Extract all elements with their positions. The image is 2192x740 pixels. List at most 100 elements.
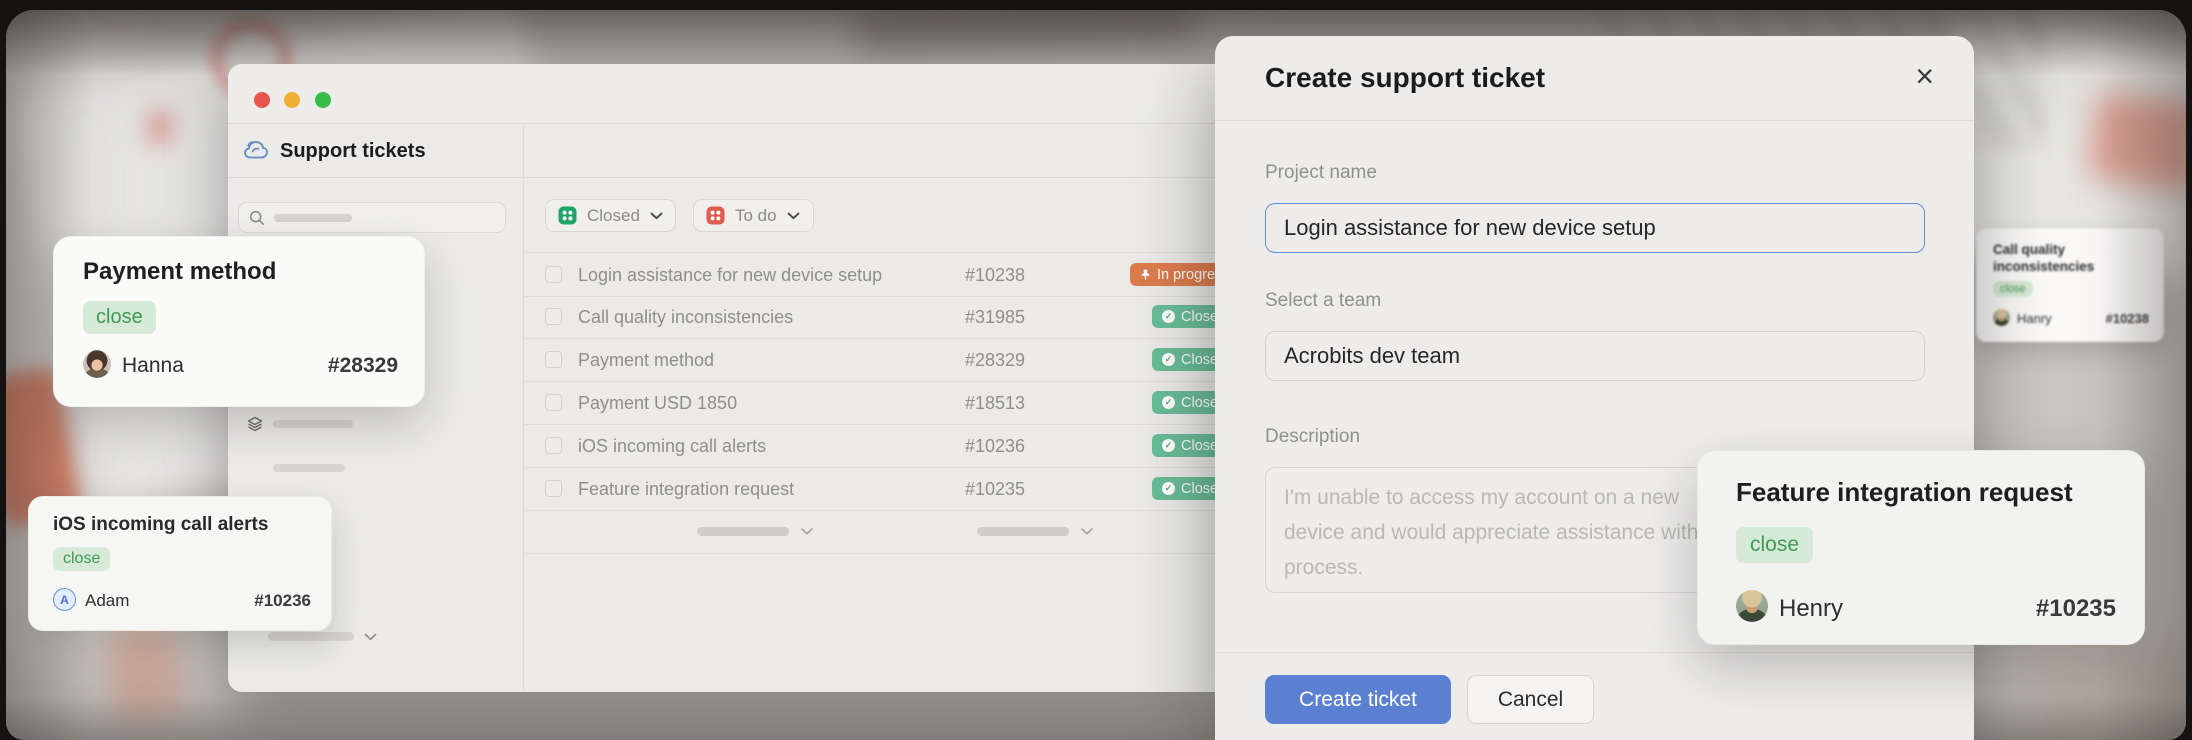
ticket-title: Call quality inconsistencies bbox=[578, 307, 793, 328]
description-label: Description bbox=[1265, 426, 1360, 448]
search-placeholder-skeleton bbox=[274, 214, 352, 222]
close-icon[interactable]: × bbox=[1915, 58, 1934, 94]
bg-gray-streak-top bbox=[855, 10, 1197, 56]
filter-closed-dropdown[interactable]: Closed bbox=[545, 199, 676, 232]
ticket-row[interactable]: Call quality inconsistencies #31985 ✓ Cl… bbox=[523, 295, 1230, 339]
check-circle-icon: ✓ bbox=[1162, 482, 1175, 495]
ticket-id: #28329 bbox=[965, 350, 1025, 371]
cancel-button[interactable]: Cancel bbox=[1467, 675, 1594, 724]
cloud-logo-icon bbox=[242, 137, 272, 163]
ticket-preview-card-ios: iOS incoming call alerts close A Adam #1… bbox=[28, 496, 332, 631]
ticket-id: #31985 bbox=[965, 307, 1025, 328]
grid-dots-icon bbox=[558, 206, 577, 225]
card-ticket-id: #28329 bbox=[328, 354, 398, 378]
avatar bbox=[1736, 590, 1768, 622]
app-header: Support tickets bbox=[228, 124, 1230, 178]
status-tag: close bbox=[1993, 281, 2033, 297]
skeleton-bar bbox=[268, 632, 354, 641]
ticket-preview-card-payment: Payment method close Hanna #28329 bbox=[53, 236, 425, 407]
row-checkbox[interactable] bbox=[545, 351, 562, 368]
ticket-id: #18513 bbox=[965, 393, 1025, 414]
status-tag: close bbox=[83, 301, 156, 334]
grid-dots-icon bbox=[706, 206, 725, 225]
create-ticket-label: Create ticket bbox=[1299, 688, 1417, 712]
status-tag: close bbox=[1736, 527, 1813, 563]
modal-title: Create support ticket bbox=[1265, 62, 1545, 94]
filter-label: To do bbox=[735, 206, 777, 226]
minimize-window-button[interactable] bbox=[284, 92, 300, 108]
search-input[interactable] bbox=[238, 202, 506, 233]
ticket-row[interactable]: Login assistance for new device setup #1… bbox=[523, 252, 1230, 297]
bg-red-blob bbox=[146, 110, 174, 146]
card-ticket-id: #10235 bbox=[2036, 595, 2116, 623]
card-title: Payment method bbox=[83, 258, 276, 286]
card-title-line: inconsistencies bbox=[1993, 258, 2094, 275]
check-circle-icon: ✓ bbox=[1162, 396, 1175, 409]
chevron-down-icon bbox=[801, 528, 813, 535]
ticket-id: #10238 bbox=[965, 265, 1025, 286]
layers-icon bbox=[247, 416, 263, 432]
cancel-label: Cancel bbox=[1498, 688, 1563, 712]
card-title: iOS incoming call alerts bbox=[53, 514, 268, 536]
ticket-title: Payment method bbox=[578, 350, 714, 371]
ticket-row[interactable]: iOS incoming call alerts #10236 ✓ Closed bbox=[523, 424, 1230, 468]
card-user-name: Henry bbox=[1779, 595, 1843, 623]
ticket-id: #10236 bbox=[965, 436, 1025, 457]
project-name-value: Login assistance for new device setup bbox=[1284, 215, 1656, 241]
row-checkbox[interactable] bbox=[545, 266, 562, 283]
bg-warm-bottom-right bbox=[2036, 645, 2186, 740]
pagination-row bbox=[523, 510, 1230, 554]
filter-label: Closed bbox=[587, 206, 640, 226]
ticket-title: iOS incoming call alerts bbox=[578, 436, 766, 457]
avatar-letter: A bbox=[60, 593, 69, 607]
sidebar-footer-select[interactable] bbox=[268, 632, 377, 641]
filter-todo-dropdown[interactable]: To do bbox=[693, 199, 814, 232]
page-nav-select[interactable] bbox=[977, 527, 1093, 536]
pin-icon bbox=[1140, 269, 1151, 281]
team-value: Acrobits dev team bbox=[1284, 343, 1460, 369]
sidebar-item-skeleton[interactable] bbox=[273, 464, 345, 472]
card-title: Call quality inconsistencies bbox=[1993, 241, 2094, 275]
background-ticket-card: Call quality inconsistencies close Hanry… bbox=[1976, 228, 2164, 342]
page-size-select[interactable] bbox=[697, 527, 813, 536]
card-title: Feature integration request bbox=[1736, 477, 2073, 508]
bg-red-blob-right bbox=[2085, 91, 2186, 193]
ticket-title: Feature integration request bbox=[578, 479, 794, 500]
close-window-button[interactable] bbox=[254, 92, 270, 108]
ticket-id: #10235 bbox=[965, 479, 1025, 500]
card-ticket-id: #10236 bbox=[254, 591, 311, 611]
card-ticket-id: #10238 bbox=[2106, 311, 2149, 326]
zoom-window-button[interactable] bbox=[315, 92, 331, 108]
row-checkbox[interactable] bbox=[545, 394, 562, 411]
ticket-row[interactable]: Payment method #28329 ✓ Closed bbox=[523, 338, 1230, 382]
check-circle-icon: ✓ bbox=[1162, 310, 1175, 323]
avatar bbox=[1993, 309, 2010, 326]
avatar bbox=[83, 350, 111, 378]
search-icon bbox=[249, 210, 265, 226]
window-titlebar bbox=[228, 64, 1230, 124]
card-user-name: Hanry bbox=[2017, 311, 2052, 326]
skeleton-bar bbox=[273, 420, 353, 428]
chevron-down-icon bbox=[364, 633, 377, 641]
create-ticket-button[interactable]: Create ticket bbox=[1265, 675, 1451, 724]
row-checkbox[interactable] bbox=[545, 480, 562, 497]
ticket-row[interactable]: Payment USD 1850 #18513 ✓ Closed bbox=[523, 381, 1230, 425]
row-checkbox[interactable] bbox=[545, 437, 562, 454]
status-tag: close bbox=[53, 547, 110, 571]
modal-footer-divider bbox=[1215, 652, 1974, 653]
card-user-name: Adam bbox=[85, 591, 129, 611]
check-circle-icon: ✓ bbox=[1162, 439, 1175, 452]
card-title-line: Call quality bbox=[1993, 241, 2094, 258]
ticket-preview-card-feature: Feature integration request close Henry … bbox=[1697, 450, 2145, 645]
sidebar-item-layers[interactable] bbox=[247, 416, 353, 432]
skeleton-bar bbox=[697, 527, 789, 536]
modal-header: Create support ticket × bbox=[1215, 36, 1974, 121]
ticket-row[interactable]: Feature integration request #10235 ✓ Clo… bbox=[523, 467, 1230, 511]
row-checkbox[interactable] bbox=[545, 308, 562, 325]
project-name-label: Project name bbox=[1265, 162, 1377, 184]
project-name-input[interactable]: Login assistance for new device setup bbox=[1265, 203, 1925, 253]
team-select[interactable]: Acrobits dev team bbox=[1265, 331, 1925, 381]
check-circle-icon: ✓ bbox=[1162, 353, 1175, 366]
bg-orange-blob-lower bbox=[102, 620, 187, 726]
ticket-title: Payment USD 1850 bbox=[578, 393, 737, 414]
